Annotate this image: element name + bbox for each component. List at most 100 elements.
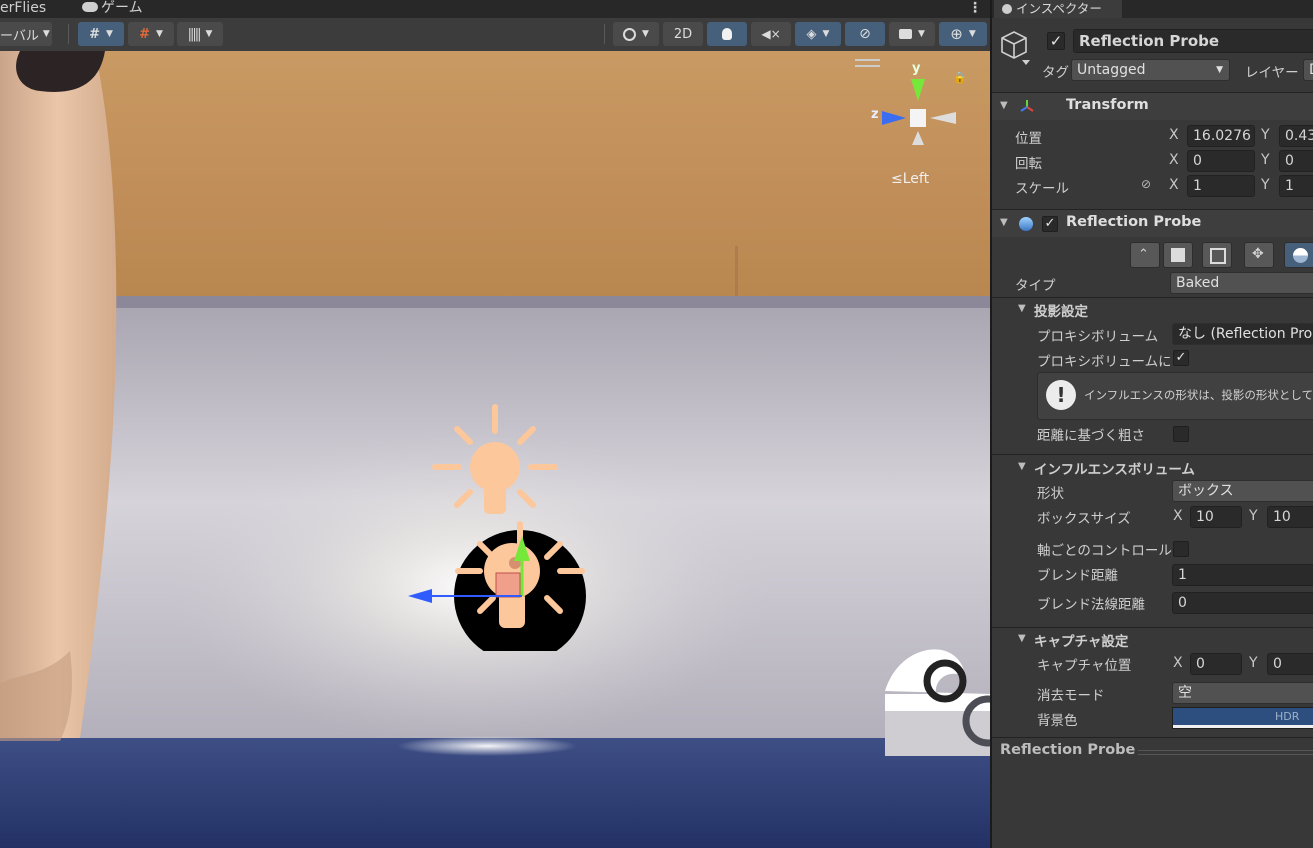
rotation-x-field[interactable]: 0 — [1187, 150, 1255, 172]
tab-game[interactable]: ゲーム — [82, 0, 143, 18]
blend-normal-distance-field[interactable]: 0 — [1172, 592, 1313, 614]
pivot-space-label: ーバル — [0, 28, 39, 44]
background-color-field[interactable]: HDR — [1172, 707, 1313, 729]
inspector-panel: インスペクター ✓ Reflection Probe タグ Untagged ▼… — [990, 0, 1313, 848]
edit-influence-button[interactable] — [1284, 242, 1313, 268]
box-outline-icon — [1210, 248, 1226, 264]
proxy-volume-label: プロキシボリューム — [1037, 329, 1159, 345]
scene-viewport[interactable]: 🔒 y z ≤Left — [0, 51, 990, 848]
shading-mode-button[interactable]: ▼ — [613, 22, 659, 46]
reflection-probe-header[interactable]: ▼ ✓ Reflection Probe — [992, 209, 1313, 237]
tag-label: タグ — [1042, 65, 1069, 81]
position-y-field[interactable]: 0.43 — [1279, 125, 1313, 147]
position-x-field[interactable]: 16.0276 — [1187, 125, 1255, 147]
tag-dropdown[interactable]: Untagged ▼ — [1071, 59, 1230, 81]
info-box: ! インフルエンスの形状は、投影の形状としても使 — [1037, 372, 1313, 420]
box-size-x-field[interactable]: 10 — [1190, 506, 1242, 528]
effects-button[interactable]: ◈ ▼ — [795, 22, 841, 46]
active-checkbox[interactable]: ✓ — [1047, 32, 1065, 50]
chevron-down-icon: ▼ — [155, 29, 163, 39]
scale-label: スケール — [1015, 181, 1069, 197]
info-text: インフルエンスの形状は、投影の形状としても使 — [1084, 388, 1313, 402]
position-x-axis: X — [1169, 127, 1179, 143]
rotation-y-axis: Y — [1261, 152, 1270, 168]
chevron-down-icon: ▼ — [642, 29, 649, 39]
unlink-icon[interactable]: ⊘ — [1141, 177, 1151, 191]
blend-distance-label: ブレンド距離 — [1037, 568, 1118, 584]
scene-toolbar: ーバル ▼ # ▼ # ▼ ||||| ▼ ▼ 2D ◀× ◈ ▼ ⊘ ▼ ⊕ ▼ — [0, 18, 990, 52]
orientation-gizmo[interactable] — [868, 63, 968, 153]
mode-2d-button[interactable]: 2D — [663, 22, 703, 46]
audio-toggle-button[interactable]: ◀× — [751, 22, 791, 46]
box-size-x-axis: X — [1173, 508, 1183, 524]
section-divider — [992, 297, 1313, 298]
type-label: タイプ — [1015, 278, 1056, 294]
capture-section-title[interactable]: キャプチャ設定 — [1034, 630, 1128, 650]
camera-icon — [899, 29, 913, 39]
rotation-label: 回転 — [1015, 156, 1042, 172]
pivot-space-dropdown[interactable]: ーバル ▼ — [0, 22, 52, 46]
clear-mode-dropdown[interactable]: 空 — [1172, 682, 1313, 704]
speaker-muted-icon: ◀× — [761, 27, 781, 41]
probe-title: Reflection Probe — [1066, 214, 1202, 230]
more-options-icon[interactable]: ⋮ — [968, 0, 982, 18]
orientation-y-label: y — [912, 61, 921, 76]
toolbar-separator — [604, 24, 605, 44]
tab-inspector[interactable]: インスペクター — [994, 0, 1122, 18]
edit-box-button[interactable] — [1163, 242, 1193, 268]
background-alpha-bar — [1173, 725, 1313, 728]
shape-dropdown[interactable]: ボックス — [1172, 480, 1313, 502]
object-name-field[interactable]: Reflection Probe — [1073, 29, 1313, 53]
view-direction-label[interactable]: ≤Left — [891, 171, 929, 187]
capture-position-label: キャプチャ位置 — [1037, 658, 1132, 674]
move-center-button[interactable]: ✥ — [1244, 242, 1274, 268]
background-color-label: 背景色 — [1037, 713, 1078, 729]
expand-triangle-icon: ▼ — [1000, 217, 1008, 228]
transform-title: Transform — [1066, 97, 1149, 113]
rotation-y-field[interactable]: 0 — [1279, 150, 1313, 172]
edit-bounds-button[interactable]: ⌃ — [1130, 242, 1160, 268]
lightbulb-icon — [722, 28, 732, 40]
scale-y-field[interactable]: 1 — [1279, 175, 1313, 197]
cube-icon[interactable] — [1000, 28, 1030, 65]
distance-roughness-checkbox[interactable] — [1173, 426, 1189, 442]
bounds-icon: ⌃ — [1138, 247, 1149, 262]
proxy-volume-field[interactable]: なし (Reflection Pro — [1172, 323, 1313, 345]
tab-hierarchy[interactable]: erFlies — [0, 0, 46, 18]
position-label: 位置 — [1015, 131, 1042, 147]
clear-mode-label: 消去モード — [1037, 688, 1105, 704]
chevron-down-icon: ▼ — [968, 29, 976, 39]
chevron-down-icon: ▼ — [105, 29, 113, 39]
capture-y-field[interactable]: 0 — [1267, 653, 1313, 675]
box-size-y-field[interactable]: 10 — [1267, 506, 1313, 528]
tab-game-label: ゲーム — [101, 0, 143, 16]
influence-section-title[interactable]: インフルエンスボリューム — [1034, 458, 1195, 478]
type-dropdown[interactable]: Baked — [1170, 272, 1313, 294]
lighting-toggle-button[interactable] — [707, 22, 747, 46]
increment-snap-button[interactable]: ||||| ▼ — [177, 22, 223, 46]
capture-y-axis: Y — [1249, 655, 1258, 671]
reflection-probe-gizmo[interactable] — [402, 491, 602, 651]
transform-header[interactable]: ▼ Transform — [992, 92, 1313, 120]
expand-triangle-icon[interactable]: ▼ — [1018, 633, 1026, 644]
footer-bar: Reflection Probe — [992, 737, 1313, 765]
camera-settings-button[interactable]: ▼ — [889, 22, 935, 46]
snap-increment-button[interactable]: # ▼ — [128, 22, 174, 46]
proxy-influence-checkbox[interactable]: ✓ — [1173, 350, 1189, 366]
hidden-objects-toggle[interactable]: ⊘ — [845, 22, 885, 46]
expand-triangle-icon[interactable]: ▼ — [1018, 461, 1026, 472]
per-axis-control-checkbox[interactable] — [1173, 541, 1189, 557]
layer-dropdown[interactable]: D — [1303, 59, 1313, 81]
move-arrows-icon: ✥ — [1252, 246, 1264, 262]
grid-snap-button[interactable]: # ▼ — [78, 22, 124, 46]
probe-enabled-checkbox[interactable]: ✓ — [1042, 216, 1058, 232]
gizmos-button[interactable]: ⊕ ▼ — [939, 22, 987, 46]
box-solid-icon — [1171, 248, 1185, 262]
expand-triangle-icon[interactable]: ▼ — [1018, 303, 1026, 314]
scale-x-field[interactable]: 1 — [1187, 175, 1255, 197]
projection-section-title[interactable]: 投影設定 — [1034, 300, 1088, 320]
blend-distance-field[interactable]: 1 — [1172, 564, 1313, 586]
shape-label: 形状 — [1037, 486, 1064, 502]
capture-x-field[interactable]: 0 — [1190, 653, 1242, 675]
edit-blend-button[interactable] — [1202, 242, 1232, 268]
